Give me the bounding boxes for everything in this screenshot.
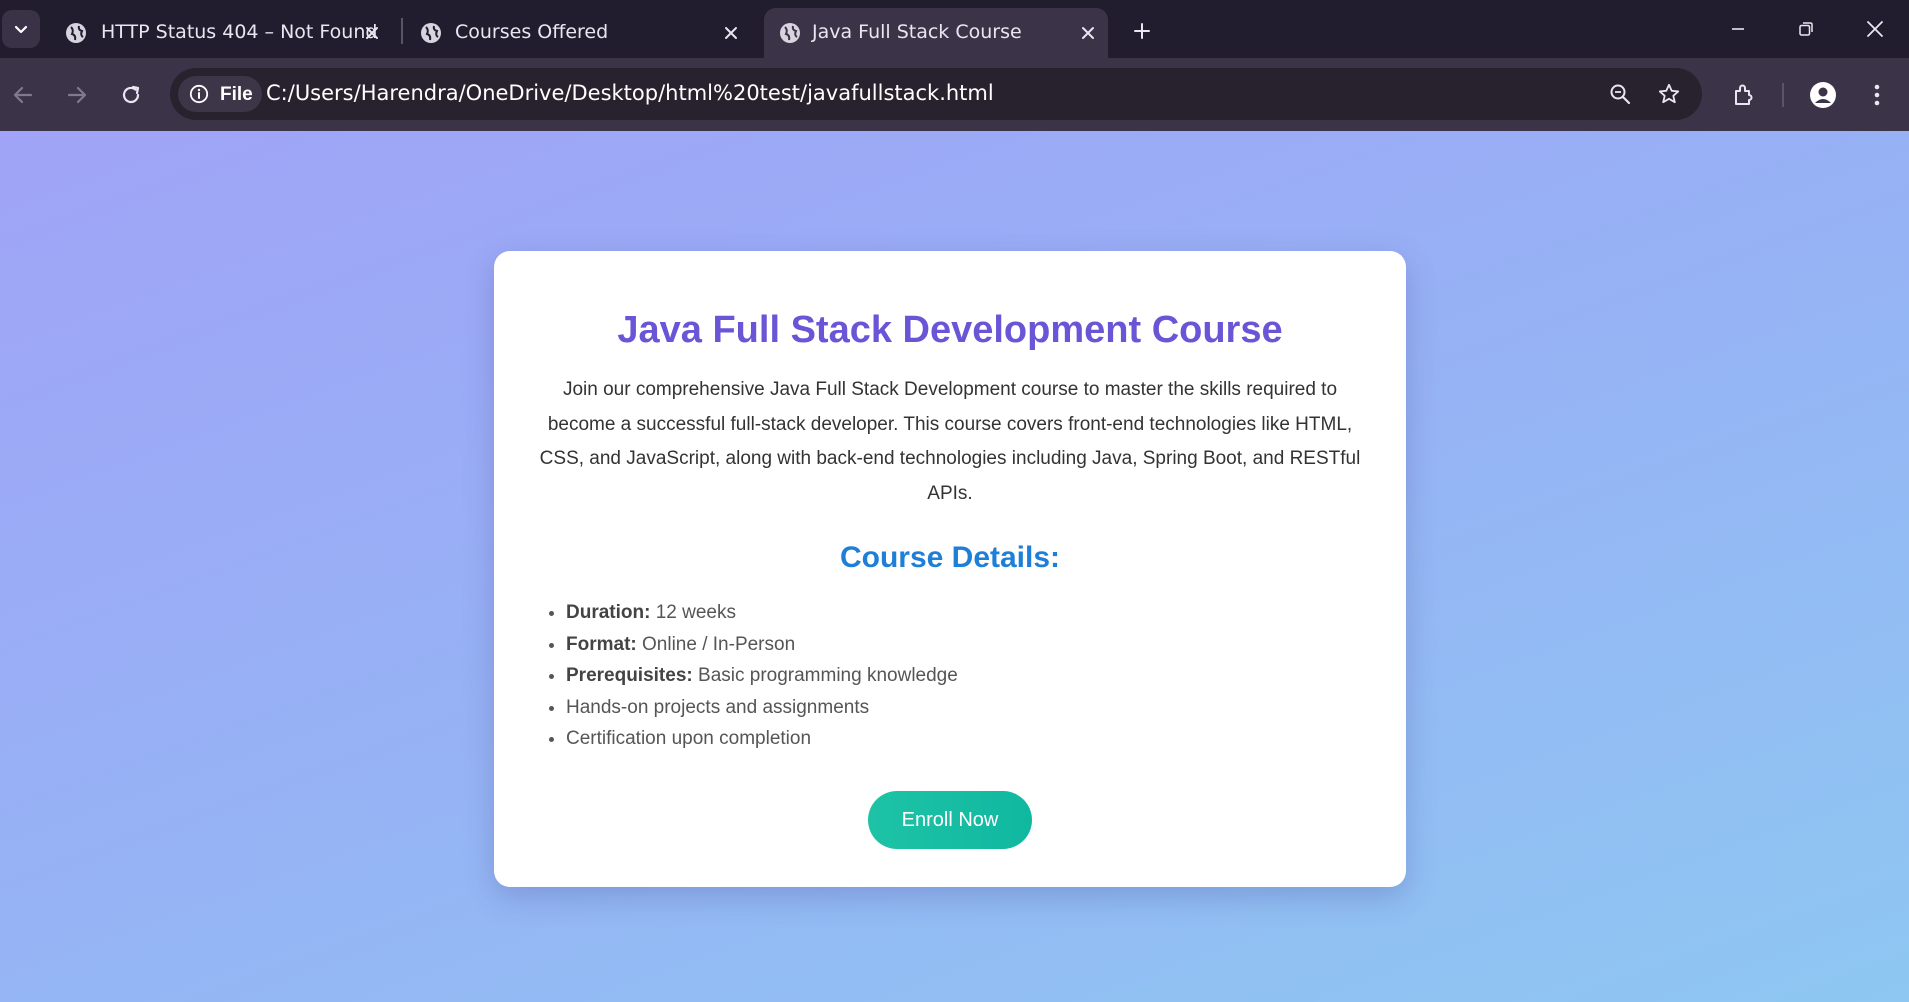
profile-icon	[1810, 82, 1836, 108]
toolbar-separator	[1782, 83, 1784, 107]
tab-404[interactable]: HTTP Status 404 – Not Found	[40, 8, 400, 58]
globe-icon	[780, 23, 800, 43]
minimize-icon	[1732, 28, 1744, 30]
tab-title: HTTP Status 404 – Not Found	[101, 21, 378, 43]
zoom-icon	[1610, 84, 1631, 105]
bookmark-button[interactable]	[1653, 78, 1685, 110]
detail-label: Format:	[566, 633, 637, 655]
menu-icon	[1874, 84, 1880, 106]
list-item: Certification upon completion	[566, 723, 1346, 755]
list-item: Format: Online / In-Person	[566, 629, 1346, 661]
page-viewport: Java Full Stack Development Course Join …	[0, 131, 1909, 1002]
profile-button[interactable]	[1807, 79, 1839, 111]
tab-title: Courses Offered	[455, 21, 609, 43]
minimize-button[interactable]	[1723, 14, 1753, 44]
file-label: File	[220, 84, 253, 105]
reload-icon	[122, 85, 140, 104]
menu-button[interactable]	[1861, 79, 1893, 111]
course-card: Java Full Stack Development Course Join …	[494, 251, 1406, 887]
address-bar[interactable]: File C:/Users/Harendra/OneDrive/Desktop/…	[170, 68, 1702, 120]
close-icon[interactable]	[719, 21, 743, 45]
restore-button[interactable]	[1791, 14, 1821, 44]
detail-value: Certification upon completion	[566, 728, 812, 749]
chevron-down-icon	[14, 25, 28, 34]
details-heading: Course Details:	[839, 541, 1061, 574]
plus-icon	[1134, 23, 1150, 39]
zoom-button[interactable]	[1604, 78, 1636, 110]
tab-title: Java Full Stack Course	[812, 21, 1022, 43]
close-window-button[interactable]	[1860, 14, 1890, 44]
globe-icon	[66, 23, 86, 43]
reload-button[interactable]	[113, 77, 149, 113]
tab-java-full-stack[interactable]: Java Full Stack Course	[764, 8, 1108, 58]
back-icon	[13, 86, 33, 104]
page-title: Java Full Stack Development Course	[617, 309, 1283, 351]
restore-icon	[1799, 22, 1813, 36]
detail-value: Online / In-Person	[642, 633, 796, 655]
tab-search-button[interactable]	[2, 10, 40, 48]
enroll-now-button[interactable]: Enroll Now	[868, 791, 1032, 849]
close-icon	[1867, 21, 1883, 37]
forward-button[interactable]	[59, 77, 95, 113]
info-icon	[189, 84, 209, 104]
tab-strip: HTTP Status 404 – Not Found Courses Offe…	[0, 0, 1909, 58]
list-item: Prerequisites: Basic programming knowled…	[566, 660, 1346, 692]
detail-value: Basic programming knowledge	[698, 665, 958, 686]
detail-value: 12 weeks	[655, 602, 736, 623]
new-tab-button[interactable]	[1127, 16, 1157, 46]
close-icon[interactable]	[1076, 21, 1100, 45]
extensions-icon	[1735, 84, 1753, 105]
details-list: Duration: 12 weeks Format: Online / In-P…	[566, 597, 1346, 755]
list-item: Hands-on projects and assignments	[566, 692, 1346, 724]
course-description: Join our comprehensive Java Full Stack D…	[539, 379, 1361, 504]
extensions-button[interactable]	[1728, 79, 1760, 111]
browser-toolbar: File C:/Users/Harendra/OneDrive/Desktop/…	[0, 58, 1909, 131]
tab-courses-offered[interactable]: Courses Offered	[397, 8, 757, 58]
back-button[interactable]	[5, 77, 41, 113]
site-info-chip[interactable]: File	[178, 76, 262, 112]
detail-value: Hands-on projects and assignments	[566, 696, 870, 718]
forward-icon	[67, 86, 87, 104]
url-text[interactable]: C:/Users/Harendra/OneDrive/Desktop/html%…	[266, 81, 994, 105]
list-item: Duration: 12 weeks	[566, 597, 1346, 629]
star-icon	[1658, 83, 1680, 104]
detail-label: Prerequisites:	[566, 665, 693, 686]
close-icon[interactable]	[360, 21, 384, 45]
globe-icon	[421, 23, 441, 43]
detail-label: Duration:	[566, 602, 651, 623]
